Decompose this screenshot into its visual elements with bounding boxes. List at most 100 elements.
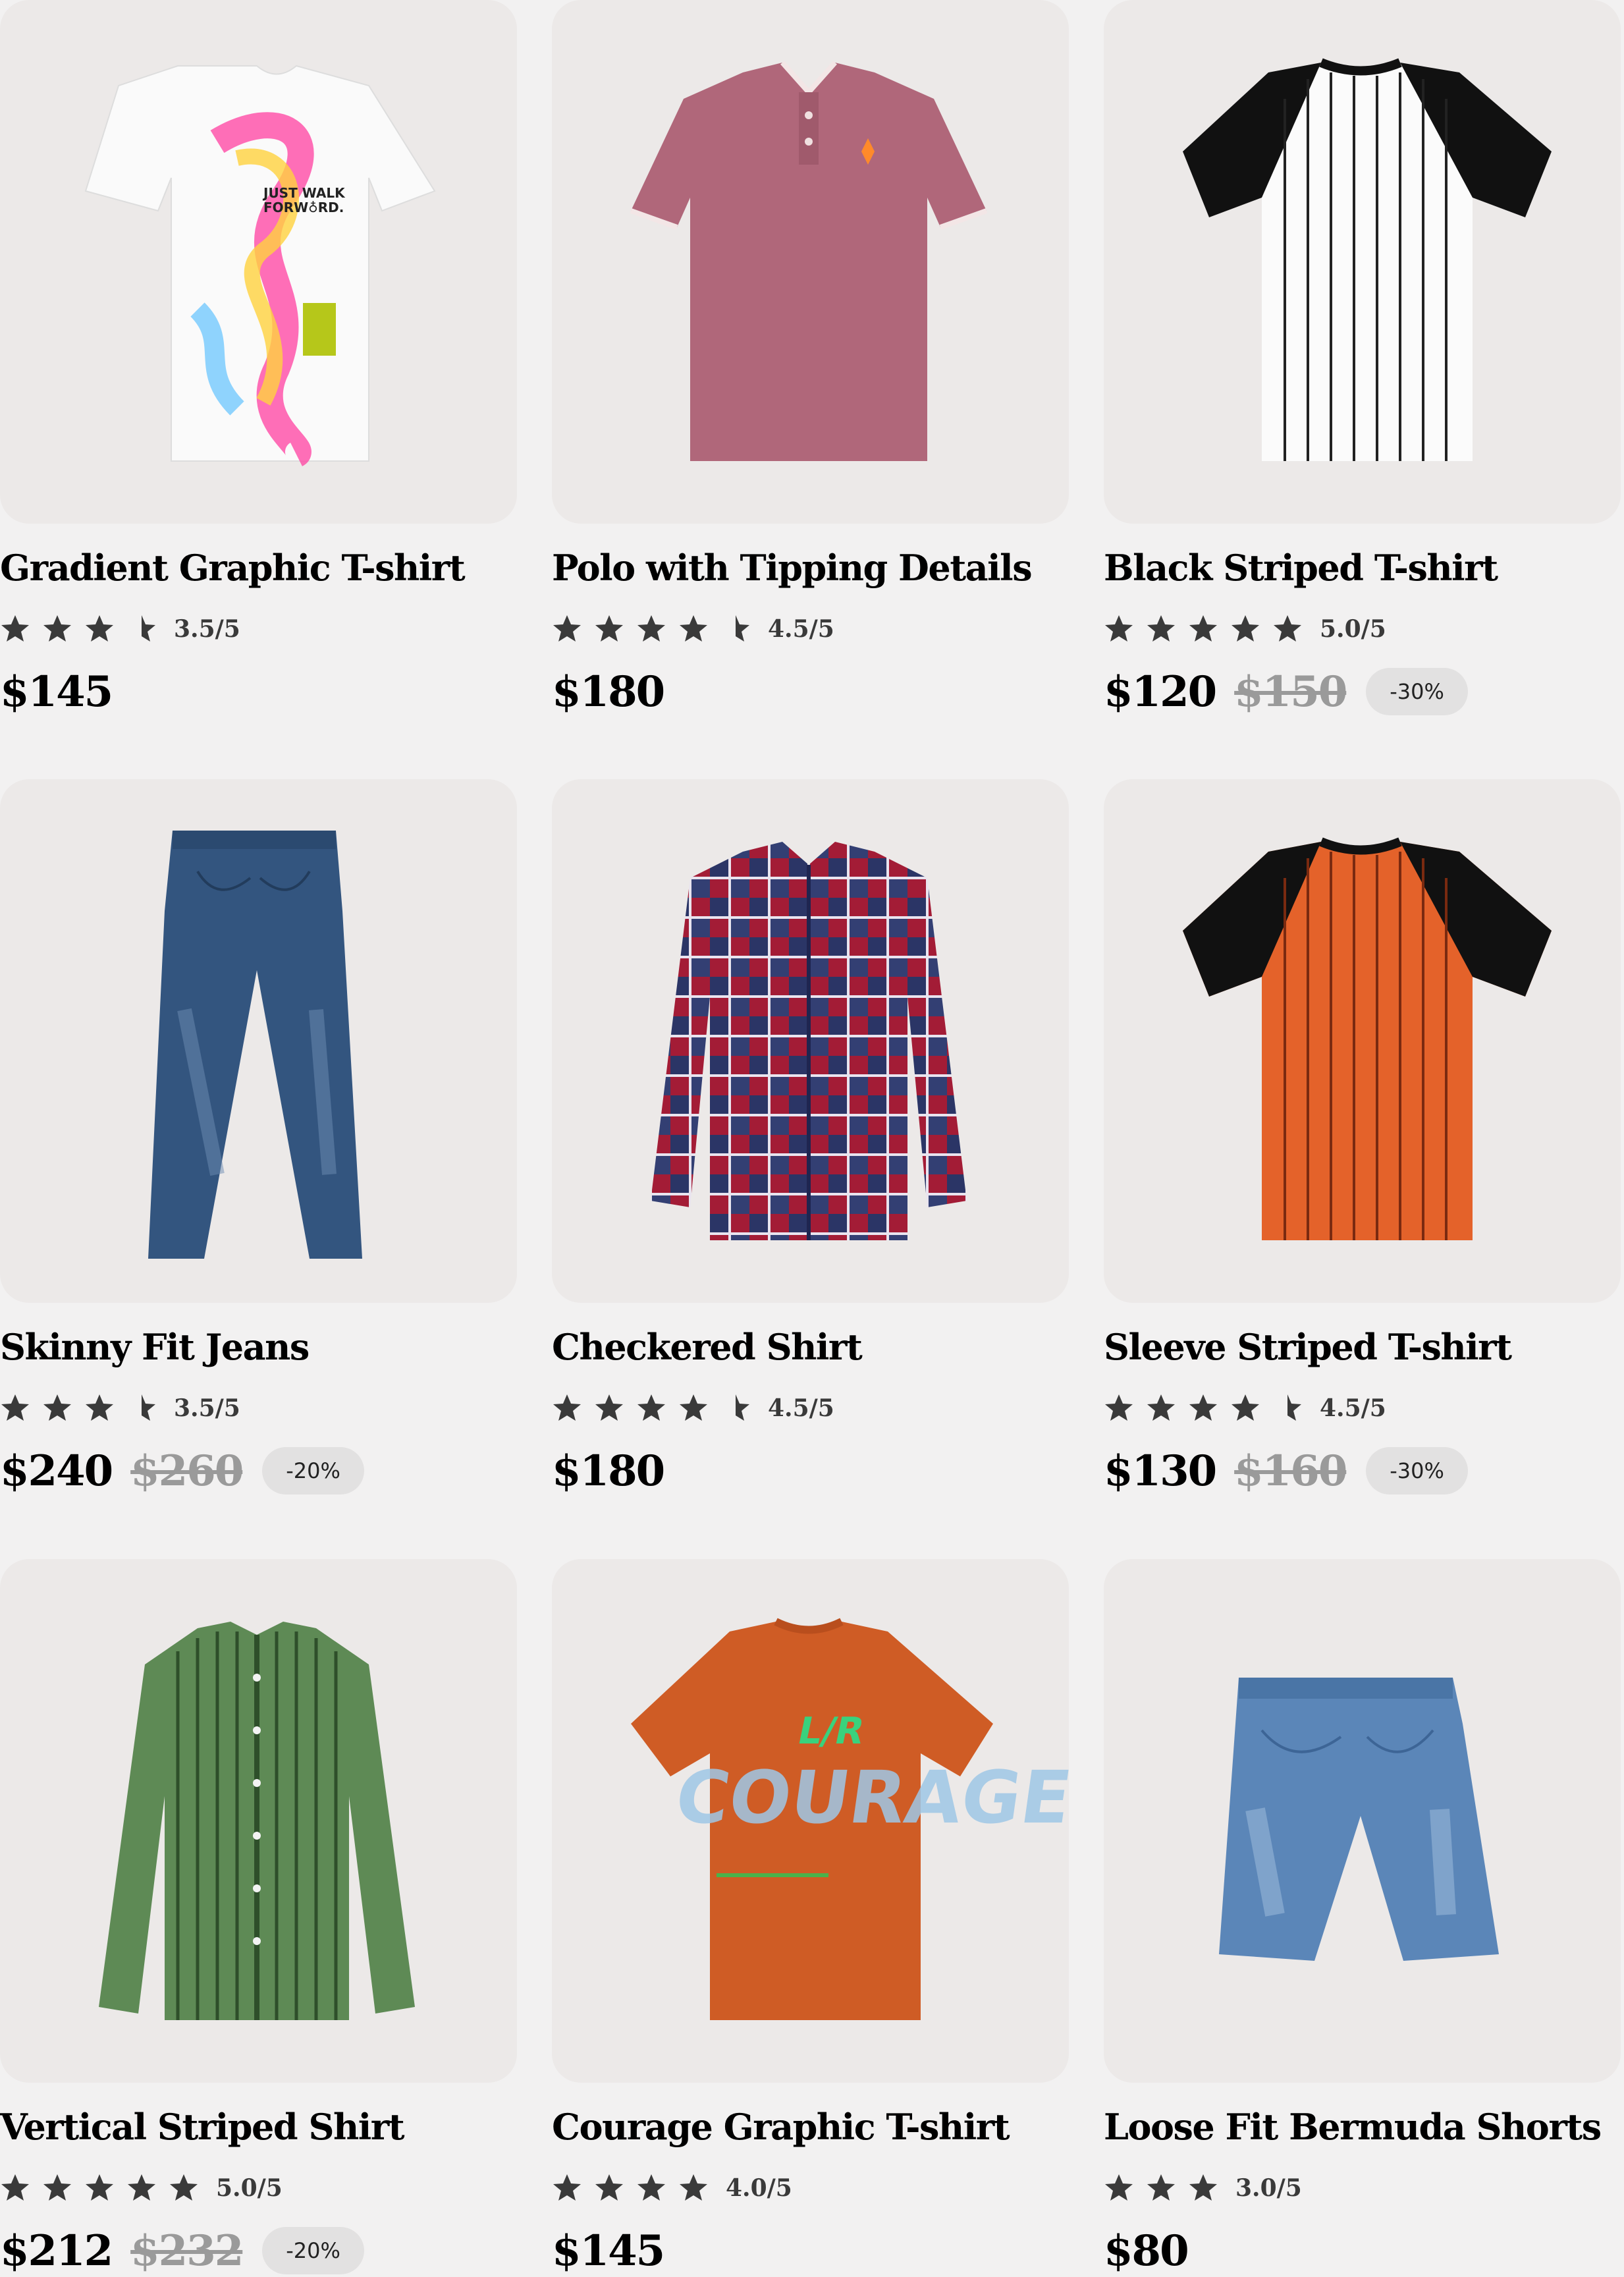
product-image[interactable]: [552, 779, 1069, 1303]
product-price: $145: [0, 667, 113, 717]
rating-text: 4.5/5: [1320, 1394, 1386, 1422]
svg-text:FORW♁RD.: FORW♁RD.: [263, 200, 344, 215]
product-rating: 3.5/5: [0, 609, 240, 649]
product-price: $240: [0, 1446, 113, 1496]
star-icon: [636, 2173, 666, 2203]
rating-text: 3.0/5: [1235, 2174, 1302, 2202]
product-card[interactable]: Black Striped T-shirt 5.0/5 $120 $150 -3…: [1104, 0, 1621, 717]
star-icon: [1188, 614, 1218, 644]
price-row: $80: [1104, 2224, 1189, 2277]
bermuda-shorts-illustration: [1219, 1678, 1499, 1961]
sleeve-striped-tshirt-illustration: [1183, 837, 1552, 1240]
product-name[interactable]: Black Striped T-shirt: [1104, 550, 1498, 586]
product-price: $180: [552, 1446, 665, 1496]
product-image[interactable]: [1104, 1559, 1621, 2083]
star-icon: [0, 614, 30, 644]
rating-text: 4.5/5: [768, 615, 834, 643]
star-icon: [84, 2173, 115, 2203]
star-icon: [1230, 614, 1260, 644]
product-rating: 3.0/5: [1104, 2168, 1302, 2208]
price-row: $120 $150 -30%: [1104, 665, 1468, 718]
half-star-icon: [720, 614, 751, 644]
price-row: $180: [552, 1444, 665, 1497]
star-icon: [0, 2173, 30, 2203]
graphic-tshirt-illustration: COURAGE L/R: [631, 1618, 1069, 2020]
product-name[interactable]: Checkered Shirt: [552, 1329, 863, 1365]
product-image[interactable]: [0, 1559, 517, 2083]
rating-text: 3.5/5: [174, 1394, 240, 1422]
original-price: $260: [130, 1446, 244, 1496]
star-icon: [1146, 2173, 1176, 2203]
star-icon: [1188, 2173, 1218, 2203]
original-price: $160: [1234, 1446, 1347, 1496]
rating-stars: [0, 2173, 211, 2203]
star-icon: [678, 2173, 709, 2203]
rating-stars: [0, 1393, 169, 1423]
star-icon: [594, 2173, 624, 2203]
product-rating: 4.5/5: [1104, 1388, 1386, 1428]
product-card[interactable]: Skinny Fit Jeans 3.5/5 $240 $260 -20%: [0, 779, 517, 1496]
product-name[interactable]: Loose Fit Bermuda Shorts: [1104, 2109, 1602, 2145]
price-row: $212 $232 -20%: [0, 2224, 364, 2277]
product-price: $80: [1104, 2226, 1189, 2276]
product-rating: 5.0/5: [0, 2168, 283, 2208]
star-icon: [0, 1393, 30, 1423]
product-image[interactable]: COURAGE L/R: [552, 1559, 1069, 2083]
product-card[interactable]: Loose Fit Bermuda Shorts 3.0/5 $80: [1104, 1559, 1621, 2276]
product-rating: 4.5/5: [552, 1388, 834, 1428]
product-image[interactable]: [1104, 779, 1621, 1303]
product-price: $180: [552, 667, 665, 717]
product-name[interactable]: Skinny Fit Jeans: [0, 1329, 310, 1365]
product-image[interactable]: [0, 779, 517, 1303]
tshirt-illustration: JUST WALK FORW♁RD.: [84, 65, 436, 466]
product-name[interactable]: Sleeve Striped T-shirt: [1104, 1329, 1512, 1365]
product-price: $130: [1104, 1446, 1217, 1496]
product-card[interactable]: COURAGE L/R Courage Graphic T-shirt 4.0/…: [552, 1559, 1069, 2276]
rating-stars: [0, 614, 169, 644]
star-icon: [1104, 614, 1134, 644]
discount-badge: -20%: [262, 2227, 364, 2274]
rating-stars: [1104, 1393, 1314, 1423]
product-card[interactable]: Sleeve Striped T-shirt 4.5/5 $130 $160 -…: [1104, 779, 1621, 1496]
rating-stars: [552, 2173, 720, 2203]
vertical-striped-shirt-illustration: [99, 1622, 415, 2020]
rating-stars: [1104, 614, 1314, 644]
product-name[interactable]: Polo with Tipping Details: [552, 550, 1033, 586]
rating-text: 3.5/5: [174, 615, 240, 643]
product-card[interactable]: JUST WALK FORW♁RD. Gradient Graphic T-sh…: [0, 0, 517, 717]
product-card[interactable]: Polo with Tipping Details 4.5/5 $180: [552, 0, 1069, 717]
star-icon: [1146, 614, 1176, 644]
star-icon: [42, 1393, 72, 1423]
product-card[interactable]: Checkered Shirt 4.5/5 $180: [552, 779, 1069, 1496]
star-icon: [126, 2173, 157, 2203]
star-icon: [594, 1393, 624, 1423]
product-name[interactable]: Courage Graphic T-shirt: [552, 2109, 1010, 2145]
product-name[interactable]: Vertical Striped Shirt: [0, 2109, 405, 2145]
product-image[interactable]: JUST WALK FORW♁RD.: [0, 0, 517, 524]
price-row: $130 $160 -30%: [1104, 1444, 1468, 1497]
star-icon: [636, 1393, 666, 1423]
product-image[interactable]: [1104, 0, 1621, 524]
star-icon: [1188, 1393, 1218, 1423]
star-icon: [1104, 1393, 1134, 1423]
rating-text: 5.0/5: [216, 2174, 283, 2202]
rating-stars: [552, 1393, 763, 1423]
star-icon: [678, 614, 709, 644]
star-icon: [1104, 2173, 1134, 2203]
product-image[interactable]: [552, 0, 1069, 524]
rating-stars: [1104, 2173, 1230, 2203]
star-icon: [678, 1393, 709, 1423]
polo-shirt-illustration: [630, 61, 988, 461]
price-row: $145: [0, 665, 113, 718]
original-price: $232: [130, 2226, 244, 2276]
rating-text: 5.0/5: [1320, 615, 1386, 643]
product-rating: 5.0/5: [1104, 609, 1386, 649]
product-price: $120: [1104, 667, 1217, 717]
star-icon: [552, 2173, 582, 2203]
product-name[interactable]: Gradient Graphic T-shirt: [0, 550, 466, 586]
star-icon: [1230, 1393, 1260, 1423]
jeans-illustration: [148, 831, 362, 1259]
rating-stars: [552, 614, 763, 644]
product-card[interactable]: Vertical Striped Shirt 5.0/5 $212 $232 -…: [0, 1559, 517, 2276]
product-rating: 3.5/5: [0, 1388, 240, 1428]
